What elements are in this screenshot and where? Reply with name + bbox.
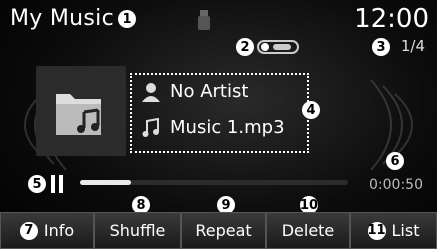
info-button[interactable]: 7 Info [0, 212, 94, 249]
progress-bar[interactable] [80, 180, 348, 185]
info-button-label: Info [43, 221, 75, 240]
song-filename: Music 1.mp3 [170, 117, 285, 138]
delete-button[interactable]: Delete [266, 212, 350, 249]
list-button[interactable]: 11 List [350, 212, 437, 249]
repeat-button[interactable]: Repeat [181, 212, 266, 249]
callout-2: 2 [236, 38, 254, 56]
callout-3: 3 [372, 38, 390, 56]
usb-icon [198, 10, 210, 30]
elapsed-time: 0:00:50 [369, 177, 423, 193]
artist-name: No Artist [170, 81, 249, 102]
callout-11: 11 [367, 221, 386, 240]
callout-1: 1 [118, 10, 136, 28]
list-button-label: List [391, 221, 420, 240]
play-pause-icon[interactable] [48, 174, 66, 194]
callout-5: 5 [28, 175, 46, 193]
track-info-box: No Artist Music 1.mp3 4 [130, 73, 320, 153]
repeat-button-label: Repeat [195, 221, 252, 240]
shuffle-button-label: Shuffle [109, 221, 166, 240]
artist-row: No Artist [142, 81, 248, 102]
status-bar: My Music 1 12:00 [0, 0, 437, 40]
music-folder-icon [56, 94, 101, 135]
delete-button-label: Delete [281, 221, 335, 240]
repeat-mode-icon [257, 40, 299, 54]
callout-6: 6 [386, 152, 404, 170]
callout-4: 4 [302, 101, 320, 119]
clock: 12:00 [354, 4, 429, 34]
shuffle-button[interactable]: Shuffle [94, 212, 181, 249]
song-row: Music 1.mp3 [142, 117, 285, 138]
callout-7: 7 [19, 221, 38, 240]
artist-icon [142, 82, 160, 102]
track-count: 1/4 [400, 37, 425, 55]
music-note-icon [142, 117, 159, 137]
button-bar: 7 Info Shuffle Repeat Delete 11 List [0, 212, 437, 249]
screen-title: My Music [10, 6, 114, 31]
music-player-screen: My Music 1 12:00 2 3 1/4 No Artist Music… [0, 0, 437, 249]
progress-fill [80, 180, 131, 185]
album-art [36, 66, 126, 156]
